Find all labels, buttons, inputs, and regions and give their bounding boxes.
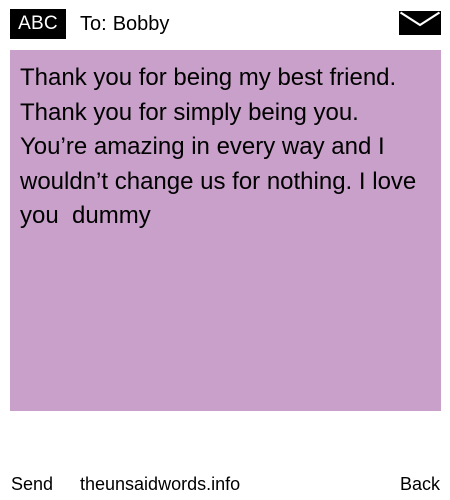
footer-bar: Send theunsaidwords.info Back xyxy=(0,470,450,498)
to-label: To: xyxy=(80,13,107,35)
back-button[interactable]: Back xyxy=(400,470,440,498)
envelope-icon xyxy=(399,11,441,35)
send-button[interactable]: Send xyxy=(11,470,53,498)
site-url: theunsaidwords.info xyxy=(80,474,241,494)
recipient-line: To: Bobby xyxy=(80,9,169,39)
message-text: Thank you for being my best friend. Than… xyxy=(20,64,423,229)
recipient-name: Bobby xyxy=(112,13,170,35)
abc-badge: ABC xyxy=(10,9,66,39)
message-header: ABC To: Bobby xyxy=(0,0,450,48)
message-body: Thank you for being my best friend. Than… xyxy=(10,50,441,411)
